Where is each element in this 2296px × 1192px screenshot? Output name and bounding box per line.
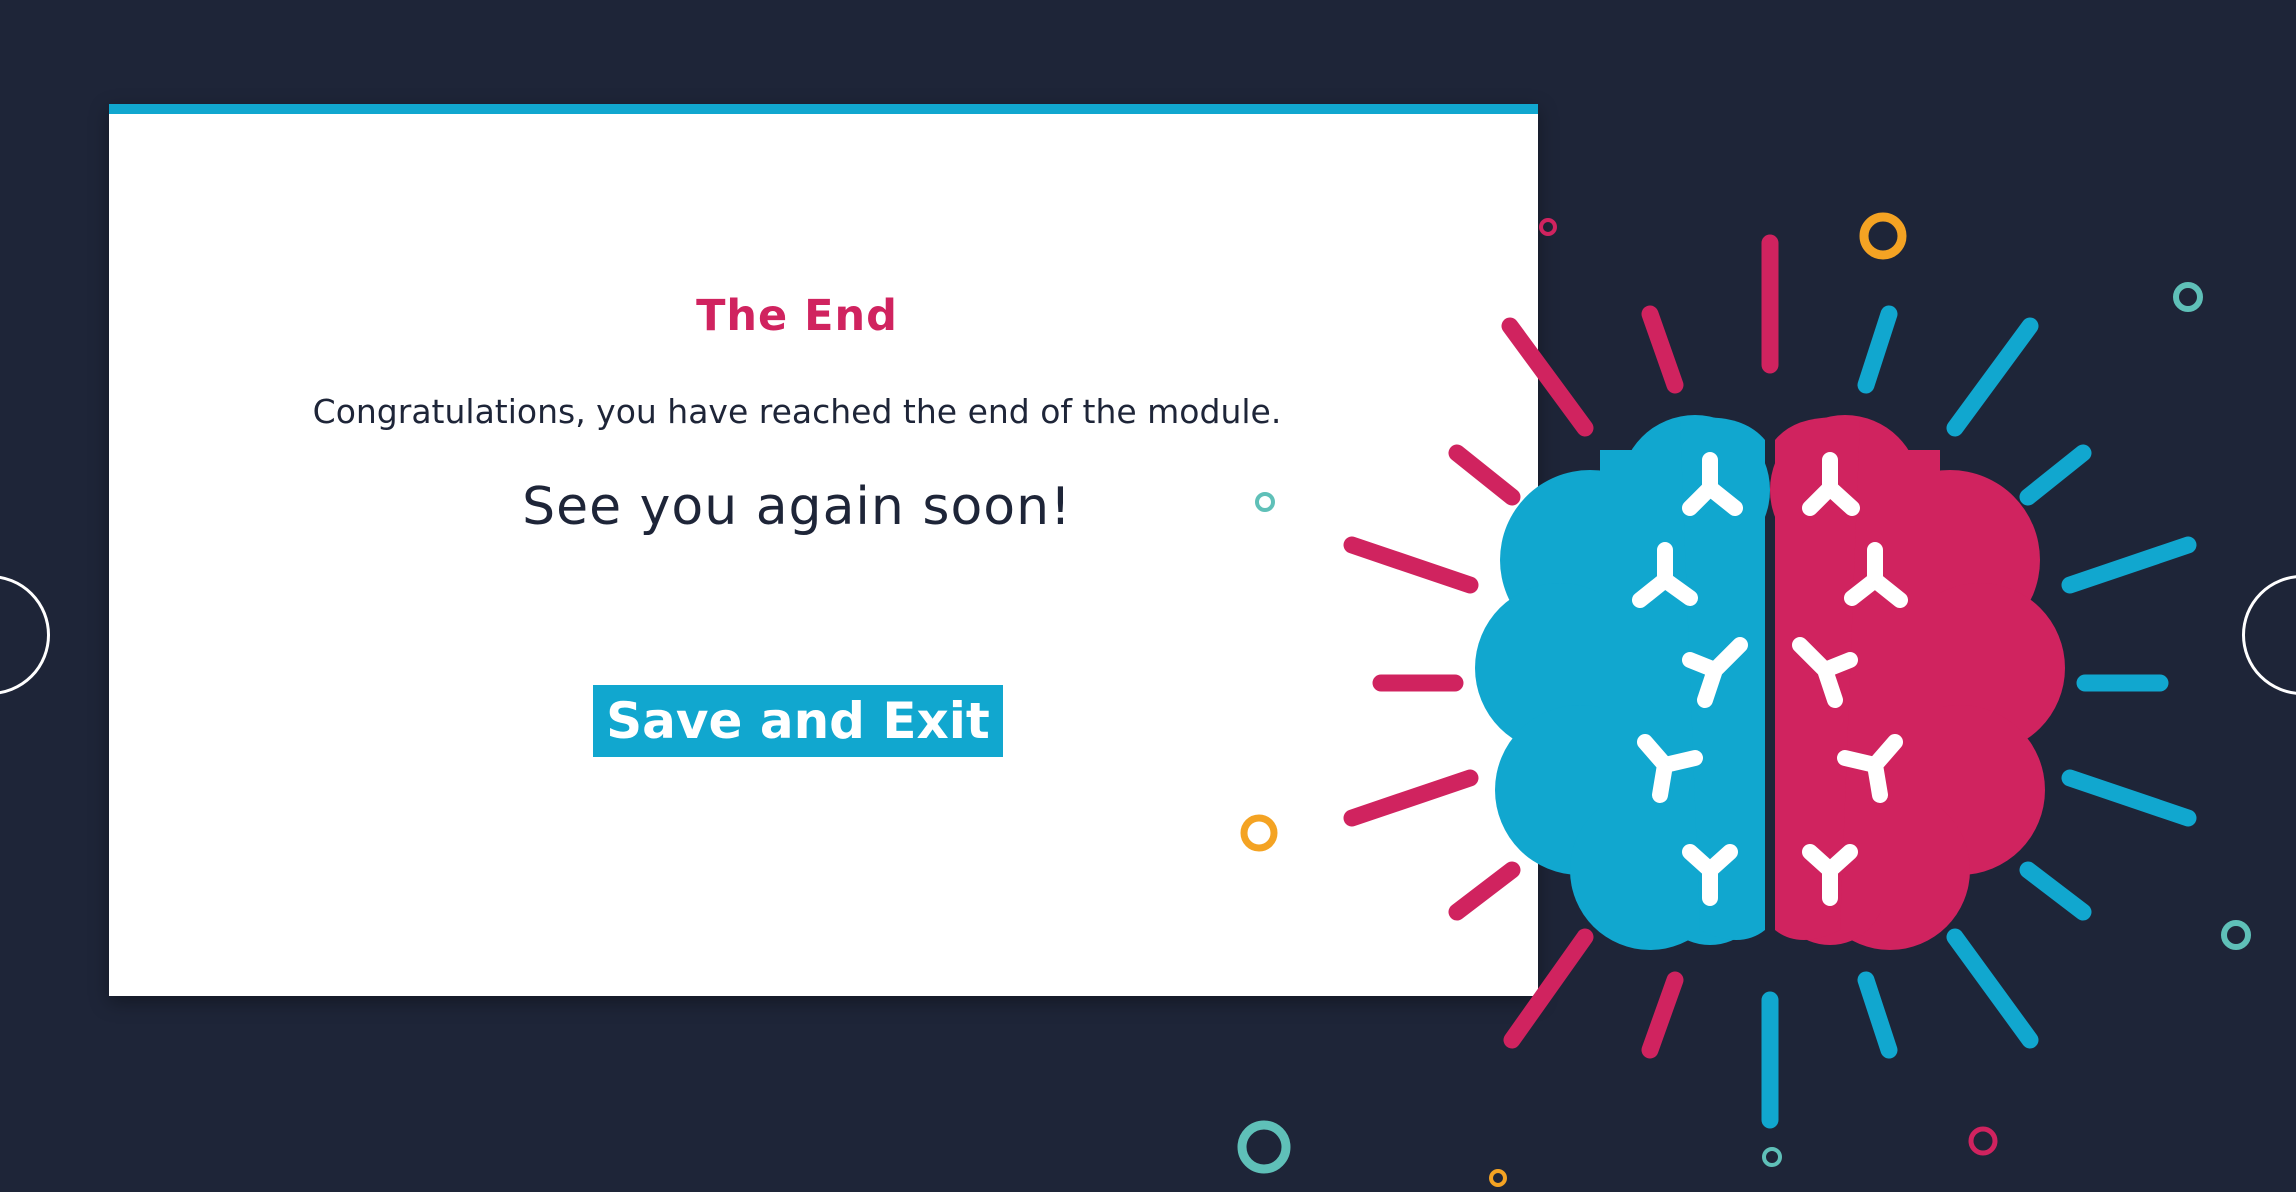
save-and-exit-button[interactable]: Save and Exit — [593, 685, 1003, 757]
ray — [2019, 861, 2092, 921]
neuron-mark — [1802, 452, 1860, 516]
ring — [1237, 1120, 1291, 1174]
neuron-mark — [1837, 734, 1903, 803]
ring — [1859, 212, 1907, 260]
neuron-mark — [1632, 542, 1698, 608]
ray — [1857, 971, 1898, 1059]
content-card: The End Congratulations, you have reache… — [109, 104, 1538, 996]
ray — [1857, 305, 1898, 394]
ray — [1641, 971, 1684, 1059]
ray — [2061, 536, 2197, 594]
ring — [2173, 282, 2203, 312]
neuron-mark — [1844, 542, 1908, 608]
ray — [2061, 769, 2197, 827]
ring — [2221, 920, 2251, 950]
congratulations-message: Congratulations, you have reached the en… — [312, 392, 1282, 431]
neuron-mark — [1802, 844, 1858, 906]
page-title: The End — [696, 291, 898, 341]
ring — [1539, 218, 1557, 236]
previous-slide-button[interactable] — [0, 575, 50, 695]
ray — [1946, 928, 2039, 1049]
ray — [2019, 444, 2092, 506]
neuron-mark — [1682, 452, 1743, 516]
neuron-mark — [1792, 637, 1858, 708]
neuron-marks — [1632, 452, 1908, 906]
ray — [1946, 317, 2039, 437]
ray — [1641, 305, 1684, 394]
ring — [1968, 1126, 1998, 1156]
brain-right-hemisphere — [1770, 415, 2065, 950]
next-slide-button[interactable] — [2242, 575, 2296, 695]
ring — [1489, 1169, 1507, 1187]
rays-blue — [1761, 305, 2197, 1129]
farewell-message: See you again soon! — [522, 477, 1072, 537]
neuron-mark — [1637, 734, 1703, 803]
brain-icon — [1475, 415, 2065, 950]
slide-stage: The End Congratulations, you have reache… — [0, 0, 2296, 1192]
neuron-mark — [1682, 844, 1738, 906]
neuron-mark — [1682, 637, 1748, 708]
ring — [1762, 1147, 1782, 1167]
